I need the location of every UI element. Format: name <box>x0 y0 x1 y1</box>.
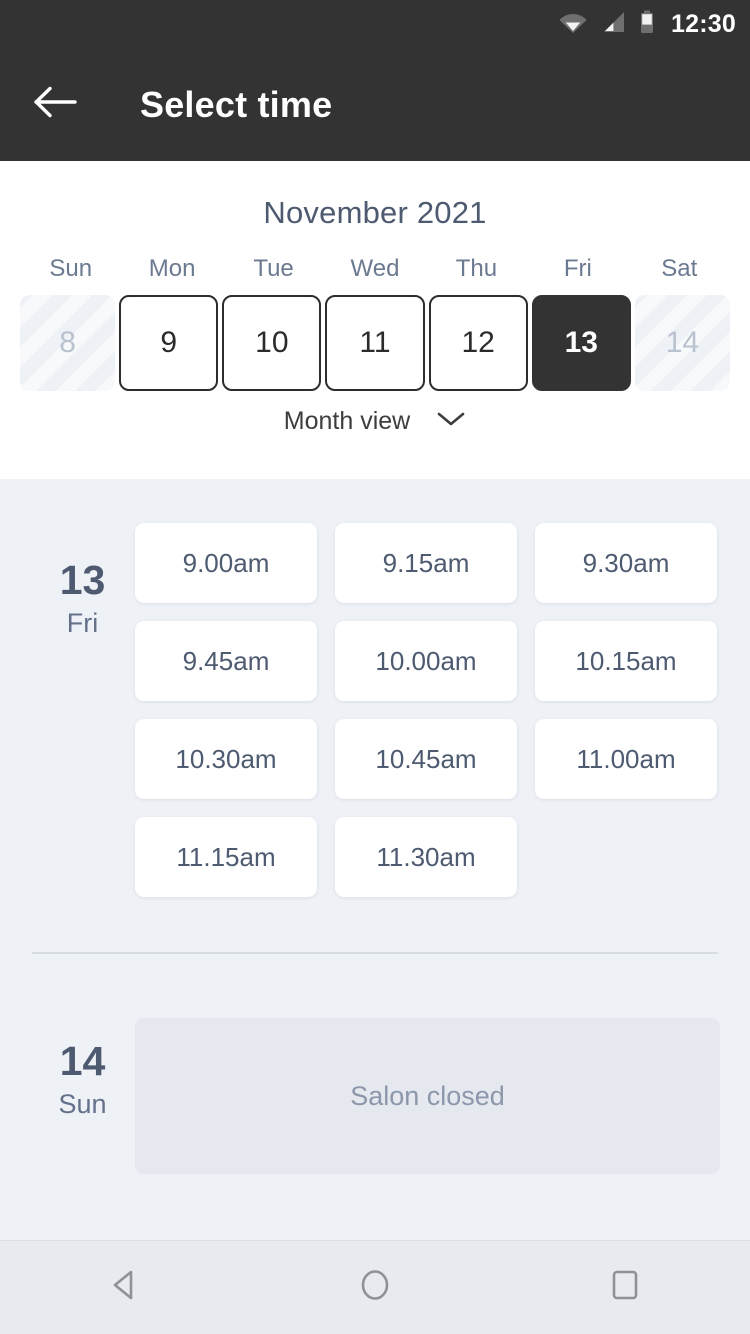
weekday-header: Thu <box>455 255 498 282</box>
month-title: November 2021 <box>263 195 487 230</box>
page-title: Select time <box>140 83 333 125</box>
time-slot[interactable]: 11.30am <box>335 817 517 897</box>
calendar-day-12[interactable]: 12 <box>428 295 528 391</box>
time-slot-grid: 9.00am 9.15am 9.30am 9.45am 10.00am 10.1… <box>135 515 720 897</box>
android-nav-bar <box>0 1240 750 1334</box>
back-arrow-icon <box>34 85 78 124</box>
schedule-list: 13 Fri 9.00am 9.15am 9.30am 9.45am 10.00… <box>0 479 750 1240</box>
weekday-header: Sat <box>661 255 698 282</box>
calendar-day-14: 14 <box>634 295 730 391</box>
time-slot[interactable]: 9.45am <box>135 621 317 701</box>
android-home-button[interactable] <box>320 1241 430 1334</box>
weekday-header-row: Sun Mon Tue Wed Thu Fri Sat <box>0 255 750 283</box>
android-back-icon <box>105 1265 145 1310</box>
schedule-day-number: 14 <box>59 1038 106 1084</box>
status-bar: 12:30 <box>0 0 750 48</box>
salon-closed-panel: Salon closed <box>135 1018 720 1174</box>
weekday-header: Sun <box>49 255 93 282</box>
weekday-header: Mon <box>148 255 196 282</box>
schedule-group-14: 14 Sun Salon closed <box>0 954 750 1174</box>
android-home-icon <box>355 1265 395 1310</box>
chevron-down-icon <box>436 410 466 433</box>
time-slot[interactable]: 11.15am <box>135 817 317 897</box>
android-recents-icon <box>605 1265 645 1310</box>
android-back-button[interactable] <box>70 1241 180 1334</box>
cellular-signal-icon <box>600 11 626 38</box>
schedule-group-13: 13 Fri 9.00am 9.15am 9.30am 9.45am 10.00… <box>0 479 750 897</box>
time-slot[interactable]: 9.00am <box>135 523 317 603</box>
back-button[interactable] <box>24 73 88 137</box>
weekday-header: Fri <box>563 255 592 282</box>
phone-screen: 12:30 Select time November 2021 Sun Mon … <box>0 0 750 1334</box>
closed-panel-wrap: Salon closed <box>135 1010 720 1174</box>
calendar-day-8: 8 <box>20 295 116 391</box>
status-bar-time: 12:30 <box>671 9 736 38</box>
time-slot[interactable]: 9.15am <box>335 523 517 603</box>
weekday-header: Tue <box>253 255 294 282</box>
calendar-day-13[interactable]: 13 <box>531 295 631 391</box>
calendar-day-row: 8 9 10 11 12 13 14 <box>0 295 750 391</box>
month-view-toggle[interactable]: Month view <box>0 407 750 436</box>
calendar-day-11[interactable]: 11 <box>325 295 425 391</box>
time-slot[interactable]: 10.15am <box>535 621 717 701</box>
battery-icon <box>639 10 655 39</box>
schedule-day-dow: Sun <box>58 1089 107 1120</box>
time-slot[interactable]: 10.00am <box>335 621 517 701</box>
calendar-day-10[interactable]: 10 <box>222 295 322 391</box>
schedule-day-number: 13 <box>59 557 106 603</box>
weekday-header: Wed <box>350 255 400 282</box>
schedule-day-label: 14 Sun <box>30 1010 135 1174</box>
wifi-icon <box>559 11 587 38</box>
schedule-day-dow: Fri <box>66 608 99 639</box>
time-slot[interactable]: 11.00am <box>535 719 717 799</box>
calendar-panel: November 2021 Sun Mon Tue Wed Thu Fri Sa… <box>0 161 750 479</box>
android-recents-button[interactable] <box>570 1241 680 1334</box>
app-bar: Select time <box>0 48 750 161</box>
month-view-label: Month view <box>283 407 411 435</box>
calendar-day-9[interactable]: 9 <box>119 295 219 391</box>
time-slot[interactable]: 10.30am <box>135 719 317 799</box>
schedule-day-label: 13 Fri <box>30 515 135 897</box>
time-slot[interactable]: 9.30am <box>535 523 717 603</box>
time-slot[interactable]: 10.45am <box>335 719 517 799</box>
